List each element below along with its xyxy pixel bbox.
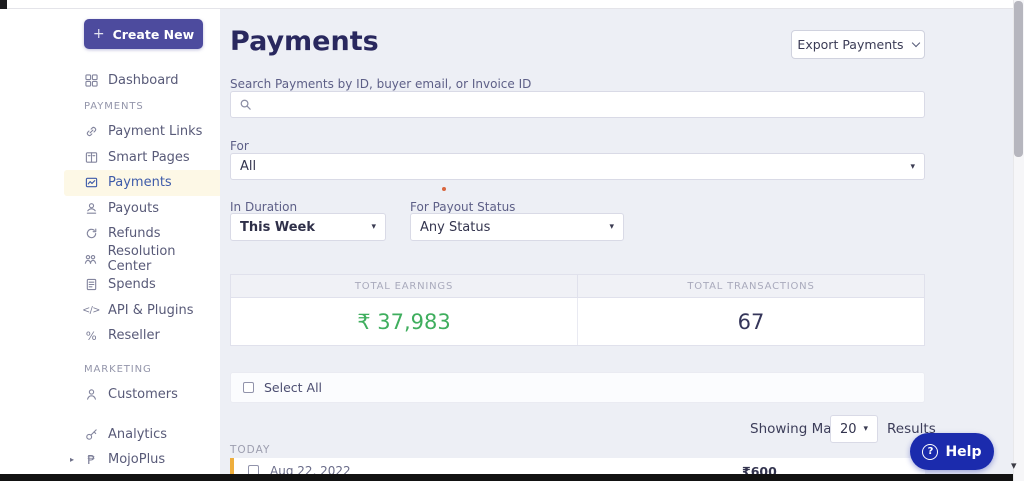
chevron-down-icon bbox=[911, 39, 919, 47]
create-new-button[interactable]: + Create New bbox=[84, 19, 203, 49]
create-new-label: Create New bbox=[113, 27, 195, 42]
total-transactions-header: TOTAL TRANSACTIONS bbox=[578, 275, 924, 297]
select-all-bar: Select All bbox=[230, 372, 925, 403]
sidebar-item-label: Smart Pages bbox=[108, 150, 190, 165]
sidebar-item-analytics[interactable]: Analytics bbox=[64, 422, 220, 448]
sidebar-item-payment-links[interactable]: Payment Links bbox=[64, 119, 220, 145]
payments-dashboard-page: + Create New Dashboard PAYMENTS Payment … bbox=[0, 0, 1024, 481]
summary-header-row: TOTAL EARNINGS TOTAL TRANSACTIONS bbox=[231, 275, 924, 298]
pages-icon bbox=[84, 151, 98, 164]
sidebar-item-label: MojoPlus bbox=[108, 452, 165, 467]
summary-table: TOTAL EARNINGS TOTAL TRANSACTIONS ₹ 37,9… bbox=[230, 274, 925, 346]
sidebar-item-mojoplus[interactable]: ▸ ₱ MojoPlus bbox=[64, 447, 220, 473]
peso-icon: ₱ bbox=[84, 452, 98, 467]
sidebar-item-label: Spends bbox=[108, 277, 156, 292]
today-group-label: TODAY bbox=[230, 444, 270, 456]
duration-select-value: This Week bbox=[240, 220, 315, 235]
person-icon bbox=[84, 388, 98, 401]
row-date: Aug 22, 2022 bbox=[270, 464, 351, 474]
sidebar-item-payouts[interactable]: Payouts bbox=[64, 196, 220, 222]
caret-down-icon: ▾ bbox=[864, 424, 869, 434]
sidebar-item-label: Refunds bbox=[108, 226, 161, 241]
percent-icon: % bbox=[84, 329, 98, 343]
sidebar-item-smart-pages[interactable]: Smart Pages bbox=[64, 145, 220, 171]
row-checkbox[interactable] bbox=[248, 465, 259, 474]
sidebar-item-resolution-center[interactable]: Resolution Center bbox=[64, 247, 220, 273]
for-select[interactable]: All ▾ bbox=[230, 153, 925, 180]
sidebar-nav: Dashboard PAYMENTS Payment Links Smart P… bbox=[64, 68, 220, 473]
link-icon bbox=[84, 125, 98, 138]
chart-icon bbox=[84, 176, 98, 189]
sidebar-item-api-plugins[interactable]: </> API & Plugins bbox=[64, 298, 220, 324]
sidebar-item-label: Analytics bbox=[108, 427, 167, 442]
sidebar-section-payments: PAYMENTS bbox=[64, 94, 220, 120]
sidebar-item-payments[interactable]: Payments bbox=[64, 170, 220, 196]
page-title: Payments bbox=[230, 26, 379, 57]
people-icon bbox=[84, 253, 98, 266]
chevron-right-icon[interactable]: ▸ bbox=[70, 455, 74, 464]
question-icon: ? bbox=[922, 444, 938, 460]
sidebar-item-label: Payouts bbox=[108, 201, 159, 216]
sidebar-item-refunds[interactable]: Refunds bbox=[64, 221, 220, 247]
payout-status-select[interactable]: Any Status ▾ bbox=[410, 213, 624, 241]
search-icon bbox=[239, 98, 252, 111]
grid-icon bbox=[84, 74, 98, 87]
search-label: Search Payments by ID, buyer email, or I… bbox=[230, 77, 531, 91]
export-payments-label: Export Payments bbox=[797, 37, 903, 52]
select-all-label: Select All bbox=[264, 380, 322, 395]
help-label: Help bbox=[945, 444, 981, 460]
duration-label: In Duration bbox=[230, 200, 297, 214]
export-payments-button[interactable]: Export Payments bbox=[791, 30, 925, 59]
sidebar-item-label: API & Plugins bbox=[108, 303, 194, 318]
recording-dot bbox=[442, 187, 446, 191]
scrollbar-thumb[interactable] bbox=[1014, 1, 1023, 157]
select-all-checkbox[interactable] bbox=[243, 382, 254, 393]
caret-down-icon: ▾ bbox=[910, 162, 915, 172]
bottom-black-bar bbox=[0, 474, 1013, 481]
search-input[interactable] bbox=[258, 92, 916, 117]
total-transactions-value: 67 bbox=[578, 298, 924, 345]
total-earnings-header: TOTAL EARNINGS bbox=[231, 275, 578, 297]
total-earnings-value: ₹ 37,983 bbox=[231, 298, 578, 345]
for-label: For bbox=[230, 139, 249, 153]
caret-down-icon: ▾ bbox=[609, 222, 614, 232]
duration-select[interactable]: This Week ▾ bbox=[230, 213, 386, 241]
sidebar-item-label: Resolution Center bbox=[108, 244, 220, 274]
max-results-select[interactable]: 20 ▾ bbox=[830, 415, 878, 443]
row-amount: ₹600 bbox=[742, 464, 777, 474]
search-box bbox=[230, 91, 925, 118]
sidebar-section-marketing: MARKETING bbox=[64, 357, 220, 383]
help-button[interactable]: ? Help bbox=[910, 433, 994, 470]
code-icon: </> bbox=[84, 305, 98, 316]
receipt-icon bbox=[84, 278, 98, 291]
for-select-value: All bbox=[240, 159, 256, 174]
sidebar-item-spends[interactable]: Spends bbox=[64, 272, 220, 298]
caret-down-icon: ▾ bbox=[371, 222, 376, 232]
refresh-icon bbox=[84, 227, 98, 240]
showing-max-label: Showing Max bbox=[750, 421, 840, 437]
sidebar-item-label: Payments bbox=[108, 175, 172, 190]
sidebar-item-label: Payment Links bbox=[108, 124, 202, 139]
sidebar-item-label: Reseller bbox=[108, 328, 160, 343]
scrollbar-down-arrow[interactable]: ▾ bbox=[1011, 459, 1017, 472]
summary-value-row: ₹ 37,983 67 bbox=[231, 298, 924, 345]
sidebar: + Create New Dashboard PAYMENTS Payment … bbox=[0, 9, 220, 474]
sidebar-item-dashboard[interactable]: Dashboard bbox=[64, 68, 220, 94]
payout-icon bbox=[84, 202, 98, 215]
max-results-value: 20 bbox=[840, 422, 857, 437]
sidebar-item-reseller[interactable]: % Reseller bbox=[64, 323, 220, 349]
sidebar-item-label: Customers bbox=[108, 387, 178, 402]
key-icon bbox=[84, 428, 98, 441]
payout-status-value: Any Status bbox=[420, 220, 490, 235]
sidebar-item-customers[interactable]: Customers bbox=[64, 382, 220, 408]
sidebar-item-label: Dashboard bbox=[108, 73, 179, 88]
plus-icon: + bbox=[93, 26, 105, 42]
payout-status-label: For Payout Status bbox=[410, 200, 515, 214]
payment-row[interactable]: Aug 22, 2022 ₹600 bbox=[230, 458, 925, 474]
